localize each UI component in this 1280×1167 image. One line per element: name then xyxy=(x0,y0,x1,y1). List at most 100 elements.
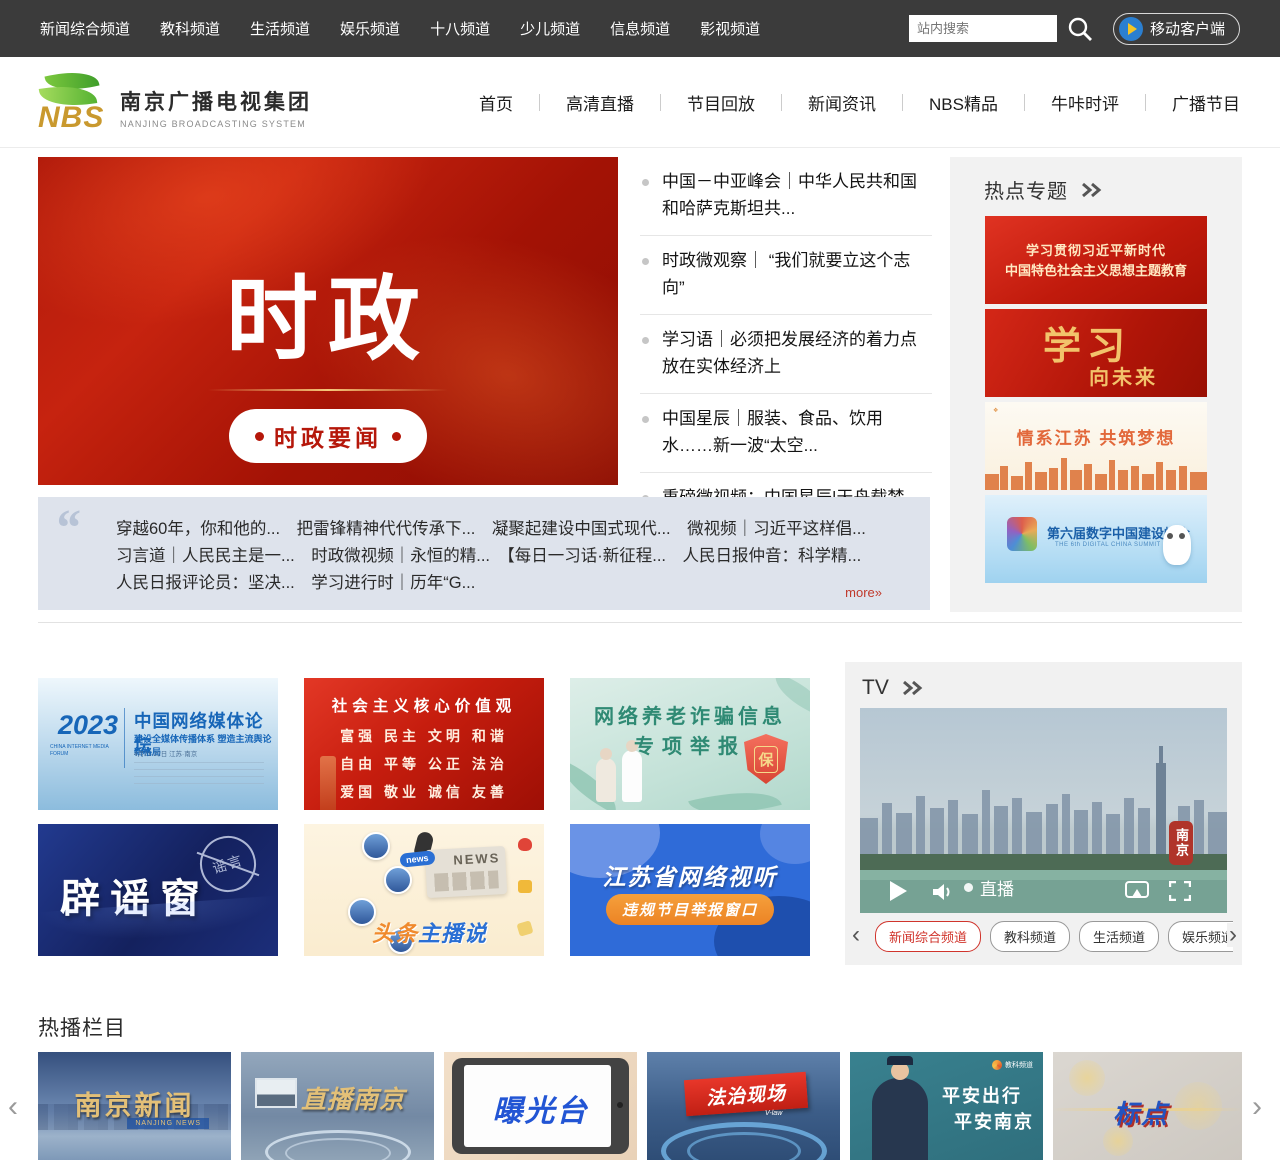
title-part-b: 主播说 xyxy=(418,921,488,946)
program-subtitle: V-law xyxy=(765,1110,783,1117)
topic-card-study-future[interactable]: 学习 向未来 xyxy=(985,309,1207,397)
channel-link-news[interactable]: 新闻综合频道 xyxy=(40,18,130,39)
topic-card-digital-summit[interactable]: 第六届数字中国建设峰会 THE 6th DIGITAL CHINA SUMMIT xyxy=(985,495,1207,583)
camera-dot xyxy=(617,1102,623,1108)
program-thumb-law-scene[interactable]: 法治现场 V-law xyxy=(647,1052,840,1160)
shield-label: 保 xyxy=(754,745,778,773)
channel-link-education[interactable]: 教科频道 xyxy=(160,18,220,39)
tv-channel-pill-education[interactable]: 教科频道 xyxy=(990,921,1071,952)
cast-icon[interactable] xyxy=(1125,881,1149,901)
program-title: 标点 xyxy=(1113,1099,1170,1129)
topic-card-theme-education[interactable]: 学习贯彻习近平新时代 中国特色社会主义思想主题教育 xyxy=(985,216,1207,304)
program-title: 直播南京 xyxy=(301,1086,406,1114)
volume-icon[interactable] xyxy=(932,882,954,902)
nav-home[interactable]: 首页 xyxy=(453,90,539,115)
forum-divider xyxy=(124,708,125,768)
headline-item[interactable]: 学习语｜必须把发展经济的着力点放在实体经济上 xyxy=(640,315,932,394)
headline-item[interactable]: 时政微观察｜ “我们就要立这个志向” xyxy=(640,236,932,315)
program-title: 法治现场 xyxy=(705,1082,787,1110)
channel-link-life[interactable]: 生活频道 xyxy=(250,18,310,39)
fullscreen-icon[interactable] xyxy=(1169,881,1191,901)
program-subtitle: NANJING NEWS xyxy=(127,1118,209,1129)
hot-topics-title: 热点专题 xyxy=(984,181,1068,203)
live-dot-icon xyxy=(964,883,973,892)
section-divider xyxy=(38,622,1242,623)
more-link[interactable]: more» xyxy=(845,585,882,600)
headline-item[interactable]: 中国星辰｜服装、食品、饮用水……新一波“太空... xyxy=(640,394,932,473)
topic-text: 情系江苏 共筑梦想 xyxy=(1016,429,1176,448)
channel-nav: 新闻综合频道 教科频道 生活频道 娱乐频道 十八频道 少儿频道 信息频道 影视频… xyxy=(40,18,760,39)
program-thumb-safe-travel[interactable]: 平安出行 平安南京 教科频道 xyxy=(850,1052,1043,1160)
channel-link-18[interactable]: 十八频道 xyxy=(430,18,490,39)
promo-card-fraud-report[interactable]: 网络养老诈骗信息 专项举报 保 xyxy=(570,678,810,810)
tv-channel-switcher: ‹ 新闻综合频道 教科频道 生活频道 娱乐频道 › xyxy=(845,921,1242,952)
mobile-app-button[interactable]: 移动客户端 xyxy=(1112,12,1240,45)
page: 新闻综合频道 教科频道 生活频道 娱乐频道 十八频道 少儿频道 信息频道 影视频… xyxy=(0,0,1280,1167)
search-icon[interactable] xyxy=(1063,14,1097,44)
program-title-line1: 平安出行 xyxy=(942,1086,1022,1106)
program-thumb-punctuation[interactable]: 标点 xyxy=(1053,1052,1242,1160)
anchor-avatar xyxy=(384,866,412,894)
topic-text: THE 6th DIGITAL CHINA SUMMIT xyxy=(1055,542,1161,548)
program-title: 曝光台 xyxy=(492,1095,589,1128)
channel-pills: 新闻综合频道 教科频道 生活频道 娱乐频道 xyxy=(875,921,1233,952)
nav-nbs-premium[interactable]: NBS精品 xyxy=(903,90,1024,115)
ticker-links[interactable]: 穿越60年，你和他的... 把雷锋精神代代传承下... 凝聚起建设中国式现代..… xyxy=(116,516,891,597)
banner-badge: 时政要闻 xyxy=(229,409,427,463)
programs-next-arrow[interactable]: › xyxy=(1252,1090,1262,1124)
banner-divider xyxy=(208,389,448,391)
nav-niuka-review[interactable]: 牛咔时评 xyxy=(1025,90,1145,115)
hero-banner[interactable]: 时政 时政要闻 xyxy=(38,157,618,485)
programs-prev-arrow[interactable]: ‹ xyxy=(8,1090,18,1124)
program-thumb-live-nanjing[interactable]: 直播南京 xyxy=(241,1052,434,1160)
promo-card-core-values[interactable]: 社会主义核心价值观 富强 民主 文明 和谐 自由 平等 公正 法治 爱国 敬业 … xyxy=(304,678,544,810)
program-thumb-nanjing-news[interactable]: 南京新闻 NANJING NEWS xyxy=(38,1052,231,1160)
channel-link-entertainment[interactable]: 娱乐频道 xyxy=(340,18,400,39)
live-label: 直播 xyxy=(980,880,1014,899)
promo-card-media-forum[interactable]: 2023 CHINA INTERNET MEDIA FORUM 中国网络媒体论坛… xyxy=(38,678,278,810)
nav-radio[interactable]: 广播节目 xyxy=(1146,90,1240,115)
newspaper-masthead: NEWS xyxy=(452,850,501,868)
channel-link-movies[interactable]: 影视频道 xyxy=(700,18,760,39)
channel-logo-label: 教科频道 xyxy=(1005,1062,1033,1069)
fraud-text: 网络养老诈骗信息 xyxy=(594,706,786,728)
tv-title: TV xyxy=(862,676,889,699)
tv-header: TV xyxy=(845,662,1242,710)
nav-replay[interactable]: 节目回放 xyxy=(661,90,781,115)
forum-year: 2023 xyxy=(58,710,119,740)
program-thumb-expose[interactable]: 曝光台 xyxy=(444,1052,637,1160)
topic-card-jiangsu-dream[interactable]: ❖ 情系江苏 共筑梦想 xyxy=(985,402,1207,490)
nav-news[interactable]: 新闻资讯 xyxy=(782,90,902,115)
tv-channel-pill-life[interactable]: 生活频道 xyxy=(1079,921,1160,952)
channels-prev-arrow[interactable]: ‹ xyxy=(852,923,860,947)
headline-text: 中国－中亚峰会｜中华人民共和国和哈萨克斯坦共... xyxy=(662,172,917,218)
logo-names: 南京广播电视集团 NANJING BROADCASTING SYSTEM xyxy=(120,86,312,135)
monument-graphic xyxy=(320,756,336,810)
live-video-player[interactable]: 直播 南京 xyxy=(860,708,1227,913)
nanjing-seal: 南京 xyxy=(1169,821,1193,865)
site-header: NBS 南京广播电视集团 NANJING BROADCASTING SYSTEM… xyxy=(0,57,1280,148)
channel-logo: 教科频道 xyxy=(992,1060,1033,1070)
channel-link-info[interactable]: 信息频道 xyxy=(610,18,670,39)
promo-card-violation-report[interactable]: 江苏省网络视听 违规节目举报窗口 xyxy=(570,824,810,956)
bokeh-decoration xyxy=(1174,1082,1222,1130)
headline-text: 学习语｜必须把发展经济的着力点放在实体经济上 xyxy=(662,330,917,376)
tv-channel-pill-news[interactable]: 新闻综合频道 xyxy=(875,921,982,952)
title-part-a: 头条 xyxy=(372,921,419,946)
promo-card-anchor-talk[interactable]: NEWS news 头条主播说 xyxy=(304,824,544,956)
nav-hd-live[interactable]: 高清直播 xyxy=(540,90,660,115)
double-chevron-icon[interactable] xyxy=(901,680,925,696)
hot-topics-panel: 热点专题 学习贯彻习近平新时代 中国特色社会主义思想主题教育 学习 向未来 ❖ … xyxy=(950,157,1242,612)
headline-item[interactable]: 中国－中亚峰会｜中华人民共和国和哈萨克斯坦共... xyxy=(640,157,932,236)
promo-card-rumor-window[interactable]: 辟谣窗 谣言 xyxy=(38,824,278,956)
search-input[interactable] xyxy=(908,15,1057,42)
double-chevron-icon[interactable] xyxy=(1080,182,1104,198)
play-button[interactable] xyxy=(890,881,907,901)
nbs-logo[interactable]: NBS 南京广播电视集团 NANJING BROADCASTING SYSTEM xyxy=(38,65,312,135)
bullet-icon xyxy=(642,179,649,186)
channel-link-kids[interactable]: 少儿频道 xyxy=(520,18,580,39)
tv-channel-pill-entertainment[interactable]: 娱乐频道 xyxy=(1168,921,1233,952)
headline-list: 中国－中亚峰会｜中华人民共和国和哈萨克斯坦共... 时政微观察｜ “我们就要立这… xyxy=(640,157,932,524)
channels-next-arrow[interactable]: › xyxy=(1227,923,1237,947)
mascot-graphic xyxy=(1163,525,1191,565)
